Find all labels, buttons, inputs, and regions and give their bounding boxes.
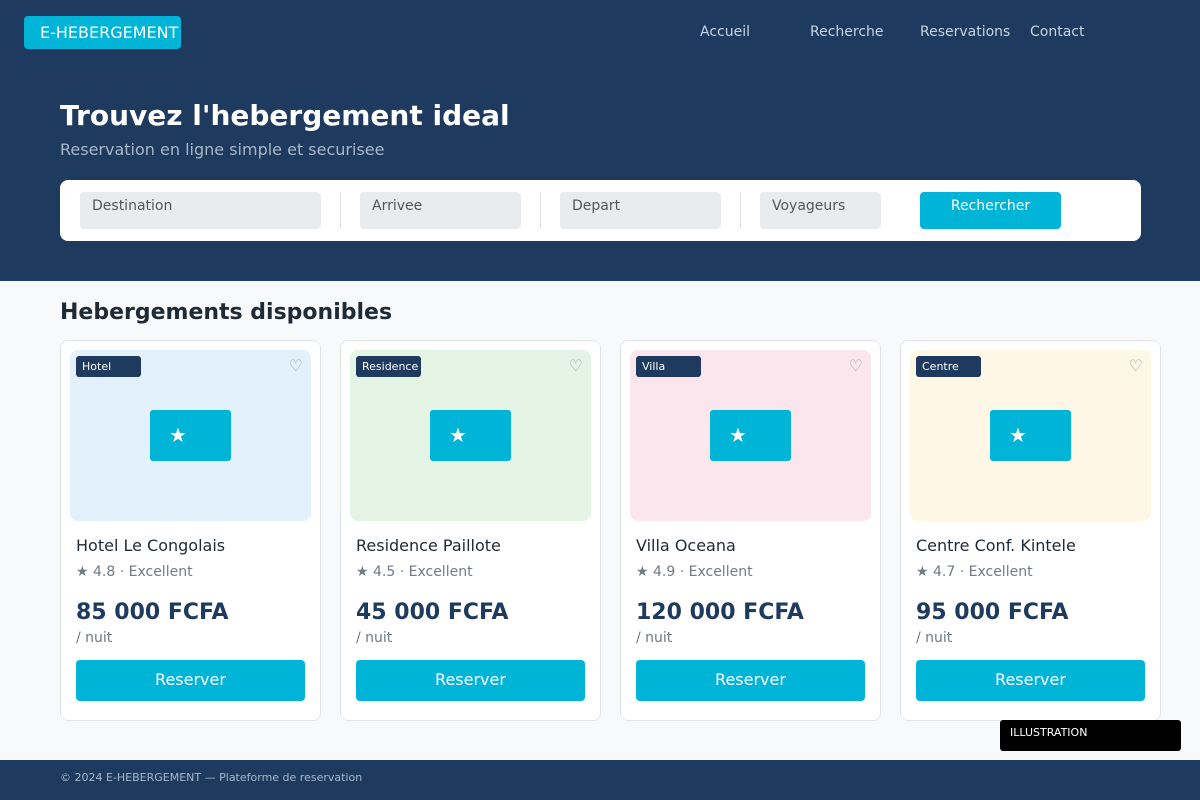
- listing-name[interactable]: Centre Conf. Kintele: [916, 536, 1076, 555]
- listing-rating: ★ 4.8 · Excellent: [76, 564, 193, 580]
- nav-link-recherche[interactable]: Recherche: [810, 24, 884, 40]
- nav-link-reservations[interactable]: Reservations: [920, 24, 1010, 40]
- search-bar: Destination Arrivee Depart Voyageurs Rec…: [60, 180, 1141, 241]
- listing-card: Hotel ♡ ★ Hotel Le Congolais ★ 4.8 · Exc…: [60, 340, 321, 721]
- listing-rating: ★ 4.7 · Excellent: [916, 564, 1033, 580]
- travelers-input[interactable]: Voyageurs: [760, 192, 881, 229]
- price-unit: / nuit: [916, 630, 953, 646]
- card-image[interactable]: Hotel ♡ ★: [70, 350, 311, 521]
- heart-outline-icon[interactable]: ♡: [569, 356, 583, 375]
- listing-rating: ★ 4.9 · Excellent: [636, 564, 753, 580]
- reserve-button[interactable]: Reserver: [916, 660, 1145, 701]
- arrival-date-input[interactable]: Arrivee: [360, 192, 521, 229]
- star-icon: ★: [990, 410, 1071, 461]
- search-divider: [740, 192, 741, 229]
- listing-rating: ★ 4.5 · Excellent: [356, 564, 473, 580]
- nav-link-contact[interactable]: Contact: [1030, 24, 1084, 40]
- category-badge: Hotel: [76, 356, 141, 377]
- page-subtitle: Reservation en ligne simple et securisee: [60, 140, 385, 159]
- listing-card: Residence ♡ ★ Residence Paillote ★ 4.5 ·…: [340, 340, 601, 721]
- star-icon: ★: [150, 410, 231, 461]
- section-title: Hebergements disponibles: [60, 300, 393, 325]
- card-image[interactable]: Villa ♡ ★: [630, 350, 871, 521]
- nav-link-accueil[interactable]: Accueil: [700, 24, 750, 40]
- category-badge: Centre: [916, 356, 981, 377]
- destination-input[interactable]: Destination: [80, 192, 321, 229]
- card-image[interactable]: Centre ♡ ★: [910, 350, 1151, 521]
- search-divider: [540, 192, 541, 229]
- category-badge: Villa: [636, 356, 701, 377]
- search-button[interactable]: Rechercher: [920, 192, 1061, 229]
- heart-outline-icon[interactable]: ♡: [849, 356, 863, 375]
- listing-card: Centre ♡ ★ Centre Conf. Kintele ★ 4.7 · …: [900, 340, 1161, 721]
- listing-price: 120 000 FCFA: [636, 600, 804, 625]
- listing-price: 95 000 FCFA: [916, 600, 1069, 625]
- price-unit: / nuit: [356, 630, 393, 646]
- departure-date-input[interactable]: Depart: [560, 192, 721, 229]
- logo[interactable]: E-HEBERGEMENT: [24, 16, 181, 49]
- listing-name[interactable]: Hotel Le Congolais: [76, 536, 225, 555]
- heart-outline-icon[interactable]: ♡: [289, 356, 303, 375]
- star-icon: ★: [710, 410, 791, 461]
- listing-name[interactable]: Residence Paillote: [356, 536, 501, 555]
- price-unit: / nuit: [636, 630, 673, 646]
- reserve-button[interactable]: Reserver: [356, 660, 585, 701]
- listing-price: 45 000 FCFA: [356, 600, 509, 625]
- heart-outline-icon[interactable]: ♡: [1129, 356, 1143, 375]
- search-divider: [340, 192, 341, 229]
- star-icon: ★: [430, 410, 511, 461]
- illustration-label: ILLUSTRATION: [1000, 720, 1181, 751]
- hero-section: E-HEBERGEMENT Accueil Recherche Reservat…: [0, 0, 1200, 281]
- footer-copyright: © 2024 E-HEBERGEMENT — Plateforme de res…: [60, 771, 363, 784]
- listing-price: 85 000 FCFA: [76, 600, 229, 625]
- price-unit: / nuit: [76, 630, 113, 646]
- listing-card: Villa ♡ ★ Villa Oceana ★ 4.9 · Excellent…: [620, 340, 881, 721]
- footer: © 2024 E-HEBERGEMENT — Plateforme de res…: [0, 760, 1200, 800]
- reserve-button[interactable]: Reserver: [636, 660, 865, 701]
- reserve-button[interactable]: Reserver: [76, 660, 305, 701]
- category-badge: Residence: [356, 356, 421, 377]
- page-title: Trouvez l'hebergement ideal: [60, 99, 510, 132]
- listing-name[interactable]: Villa Oceana: [636, 536, 736, 555]
- card-image[interactable]: Residence ♡ ★: [350, 350, 591, 521]
